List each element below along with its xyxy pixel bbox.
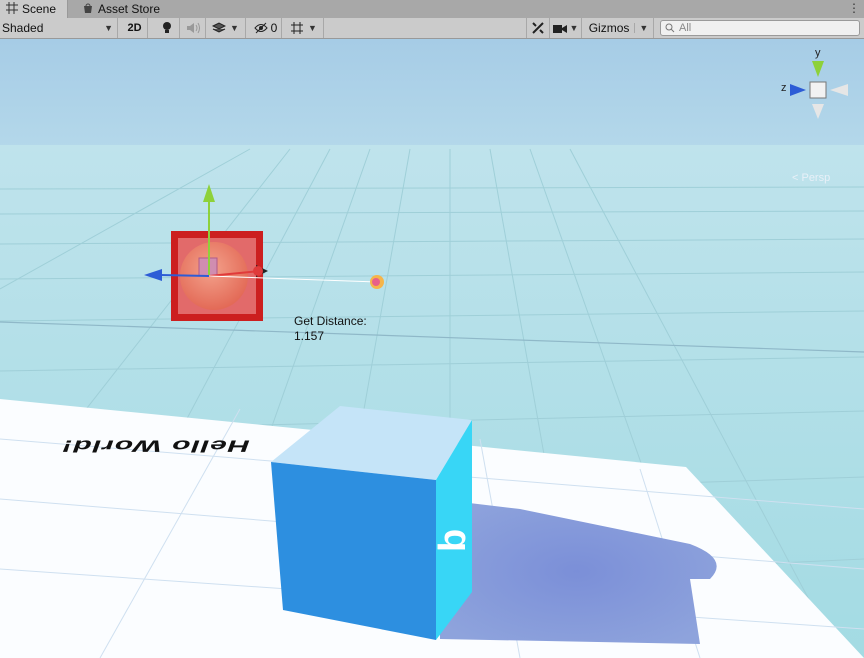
lighting-toggle[interactable] xyxy=(154,18,180,38)
hidden-count: 0 xyxy=(270,21,278,35)
toggle-2d-button[interactable]: 2D xyxy=(122,18,148,38)
camera-settings-dropdown[interactable]: ▼ xyxy=(550,18,582,38)
gizmo-center-cube[interactable] xyxy=(809,81,827,99)
shading-mode-dropdown[interactable]: Shaded ▼ xyxy=(0,18,118,38)
hidden-objects-toggle[interactable]: 0 xyxy=(250,18,282,38)
audio-toggle[interactable] xyxy=(180,18,206,38)
gizmos-dropdown[interactable]: Gizmos ▼ xyxy=(584,18,654,38)
grid-snapping-dropdown[interactable]: ▼ xyxy=(284,18,324,38)
search-icon xyxy=(665,23,675,33)
shading-mode-label: Shaded xyxy=(2,21,44,35)
grid-icon xyxy=(6,1,18,17)
chevron-down-icon: ▼ xyxy=(104,23,113,33)
distance-readout: Get Distance: 1.157 xyxy=(294,314,367,344)
tools-icon xyxy=(532,22,544,34)
gizmo-y-label: y xyxy=(815,47,821,59)
search-placeholder: All xyxy=(679,22,692,34)
chevron-down-icon: ▼ xyxy=(308,23,317,33)
more-options-icon[interactable]: ⋮ xyxy=(848,1,860,15)
scene-toolbar: Shaded ▼ 2D ▼ 0 ▼ ▼ Gizmos ▼ All xyxy=(0,18,864,39)
distance-value: 1.157 xyxy=(294,329,325,343)
tools-toggle[interactable] xyxy=(526,18,550,38)
tab-asset-store-label: Asset Store xyxy=(98,2,161,16)
projection-toggle[interactable]: < Persp xyxy=(792,172,830,184)
tab-scene-label: Scene xyxy=(22,2,57,16)
store-icon xyxy=(82,2,94,17)
x-axis-tip xyxy=(253,266,263,276)
tab-bar: Scene Asset Store ⋮ xyxy=(0,0,864,18)
cube-glyph: b xyxy=(432,529,474,552)
grid-snap-icon xyxy=(291,22,304,34)
z-axis-handle[interactable] xyxy=(159,274,210,277)
scene-canvas: b y z xyxy=(0,39,864,658)
distance-label: Get Distance: xyxy=(294,314,367,328)
effects-dropdown[interactable]: ▼ xyxy=(206,18,246,38)
floor-text-mesh: Hello World! xyxy=(57,436,253,455)
target-point-core xyxy=(372,278,380,286)
gizmo-z-label: z xyxy=(781,82,787,94)
scene-viewport[interactable]: b y z Hello World! Get Distance: 1.157 <… xyxy=(0,39,864,658)
speaker-icon xyxy=(186,22,200,34)
lightbulb-icon xyxy=(162,22,171,33)
tab-scene[interactable]: Scene xyxy=(0,0,68,18)
sky xyxy=(0,39,864,149)
camera-icon xyxy=(552,24,567,33)
search-field[interactable]: All xyxy=(660,20,860,36)
gizmos-label: Gizmos xyxy=(588,21,630,35)
effects-layers-icon xyxy=(212,22,227,33)
chevron-down-icon: ▼ xyxy=(230,23,239,33)
chevron-down-icon: ▼ xyxy=(569,23,579,33)
chevron-down-icon: ▼ xyxy=(634,23,648,33)
toggle-2d-label: 2D xyxy=(127,22,142,34)
eye-slash-icon xyxy=(253,22,268,34)
tab-asset-store[interactable]: Asset Store xyxy=(76,0,168,18)
